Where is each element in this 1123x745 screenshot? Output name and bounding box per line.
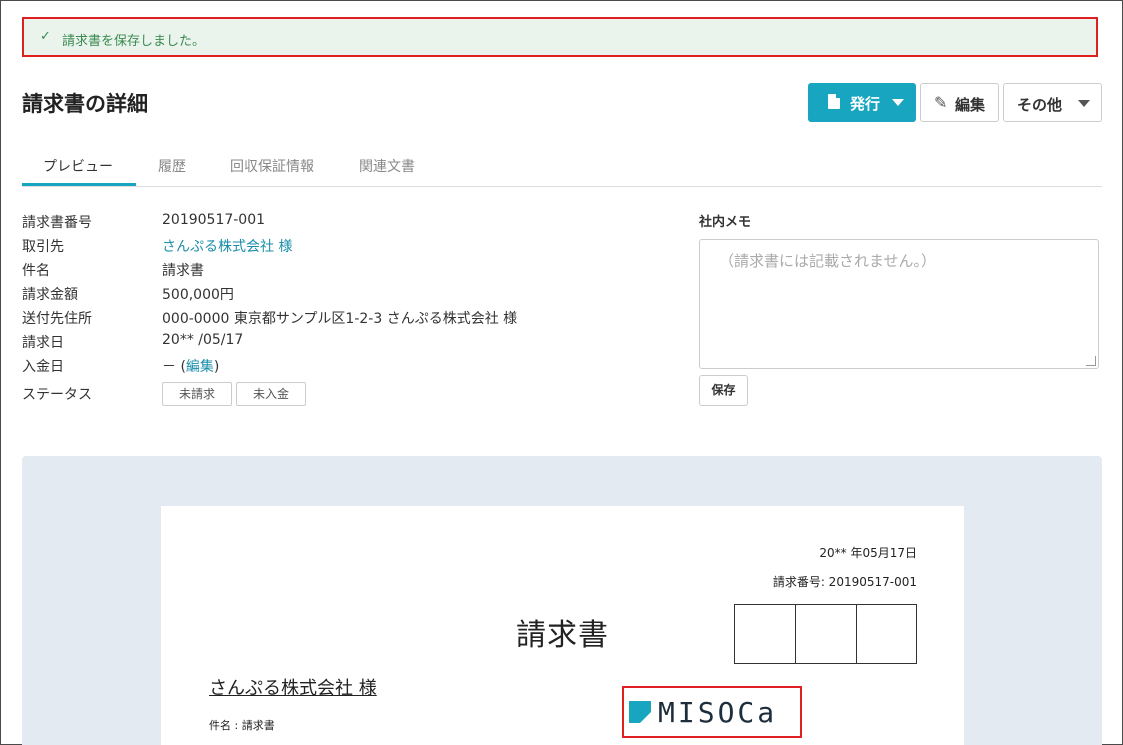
client-link[interactable]: さんぷる株式会社 様 <box>162 236 292 256</box>
misoca-logo-mark-icon <box>629 701 651 723</box>
edit-button-label: 編集 <box>955 96 986 114</box>
edit-button[interactable]: ✎ 編集 <box>920 83 999 122</box>
invoice-sheet-subject: 件名 : 請求書 <box>209 719 275 732</box>
payment-date-dash: － ( <box>162 359 186 375</box>
amount-label: 請求金額 <box>22 287 78 303</box>
memo-placeholder: （請求書には記載されません。） <box>719 252 937 270</box>
pencil-icon: ✎ <box>934 93 948 112</box>
invoice-no-value: 20190517-001 <box>162 212 266 228</box>
resize-handle-icon[interactable] <box>1086 356 1096 366</box>
tab-collection-guarantee[interactable]: 回収保証情報 <box>230 156 314 176</box>
amount-value: 500,000円 <box>162 287 234 303</box>
invoice-no-label: 請求書番号 <box>22 215 92 231</box>
subject-label: 件名 <box>22 263 50 279</box>
invoice-sheet: 20** 年05月17日 請求番号: 20190517-001 請求書 さんぷる… <box>161 506 964 745</box>
invoice-sheet-date: 20** 年05月17日 <box>819 546 917 560</box>
memo-save-button[interactable]: 保存 <box>699 375 748 406</box>
address-value: 000-0000 東京都サンプル区1-2-3 さんぷる株式会社 様 <box>162 311 518 327</box>
status-label: ステータス <box>22 387 92 403</box>
invoice-sheet-number: 請求番号: 20190517-001 <box>772 575 917 589</box>
page-title: 請求書の詳細 <box>22 92 148 116</box>
document-icon <box>828 94 840 109</box>
misoca-logo-text: MISOCa <box>658 696 778 729</box>
tab-preview[interactable]: プレビュー <box>43 156 113 176</box>
caret-down-icon <box>1078 100 1090 107</box>
memo-textarea[interactable]: （請求書には記載されません。） <box>699 239 1099 369</box>
stamp-boxes <box>734 604 917 664</box>
caret-down-icon <box>892 99 904 106</box>
stamp-divider <box>856 605 857 663</box>
alert-message: 請求書を保存しました。 <box>62 34 206 49</box>
check-icon: ✓ <box>40 29 51 44</box>
address-label: 送付先住所 <box>22 311 92 327</box>
payment-date-edit-link[interactable]: 編集 <box>186 359 214 375</box>
subject-value: 請求書 <box>162 263 204 279</box>
more-button[interactable]: その他 <box>1003 83 1102 122</box>
more-button-label: その他 <box>1017 96 1063 114</box>
stamp-divider <box>795 605 796 663</box>
misoca-logo: MISOCa <box>622 686 802 738</box>
status-badge-unbilled: 未請求 <box>162 382 232 406</box>
status-badge-unpaid: 未入金 <box>236 382 306 406</box>
payment-date-label: 入金日 <box>22 359 64 375</box>
success-alert: ✓ 請求書を保存しました。 <box>22 17 1098 57</box>
invoice-date-label: 請求日 <box>22 335 64 351</box>
payment-date-paren: ) <box>213 359 220 375</box>
invoice-sheet-title: 請求書 <box>516 618 609 653</box>
client-label: 取引先 <box>22 239 64 255</box>
issue-button-label: 発行 <box>850 95 881 113</box>
invoice-sheet-client: さんぷる株式会社 様 <box>209 678 377 699</box>
invoice-date-value: 20** /05/17 <box>162 332 244 348</box>
active-tab-indicator <box>22 183 136 186</box>
tab-bar: プレビュー 履歴 回収保証情報 関連文書 <box>22 145 1102 187</box>
payment-date-value: － (編集) <box>162 356 219 376</box>
memo-label: 社内メモ <box>699 215 752 230</box>
tab-related-documents[interactable]: 関連文書 <box>359 156 415 176</box>
issue-button[interactable]: 発行 <box>808 83 916 122</box>
tab-history[interactable]: 履歴 <box>158 156 186 176</box>
